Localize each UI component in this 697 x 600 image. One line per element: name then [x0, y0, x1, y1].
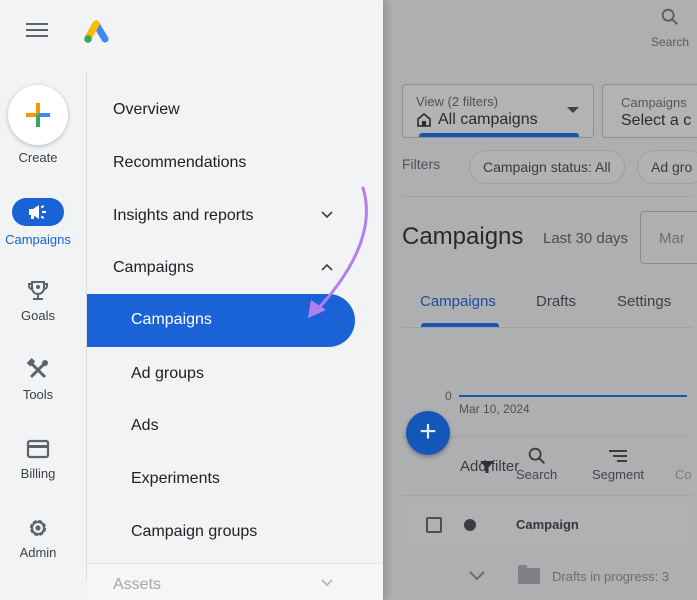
filter-chip-campaign-status[interactable]: Campaign status: All: [469, 150, 625, 184]
tab-drafts[interactable]: Drafts: [536, 293, 576, 310]
search-label: Search: [651, 35, 690, 49]
rail-item-tools[interactable]: Tools: [0, 357, 76, 402]
view-label: View (2 filters): [416, 94, 499, 109]
plus-icon: +: [419, 415, 437, 448]
segment-icon: [609, 450, 628, 462]
drafts-row[interactable]: Drafts in progress: 3: [468, 565, 670, 584]
folder-icon: [518, 565, 540, 584]
campaigns-page-background: Search View (2 filters) All campaigns Ca…: [383, 0, 697, 600]
search-tool-label: Search: [516, 467, 558, 482]
credit-card-icon: [26, 439, 50, 459]
chevron-down-icon[interactable]: [320, 210, 334, 220]
nav-subitem-ads[interactable]: Ads: [131, 417, 159, 435]
nav-item-overview[interactable]: Overview: [113, 101, 180, 119]
campaigns-select-label: Campaigns: [621, 95, 687, 110]
page-tabs: Campaigns Drafts Settings: [402, 285, 692, 328]
nav-subitem-campaign-groups[interactable]: Campaign groups: [131, 523, 257, 541]
nav-item-assets[interactable]: Assets: [87, 563, 383, 600]
nav-item-campaigns-group[interactable]: Campaigns: [113, 259, 194, 277]
date-range-picker[interactable]: Mar: [640, 211, 697, 264]
date-range-value: Mar: [659, 230, 685, 247]
gear-icon: [29, 519, 47, 537]
nav-item-insights-and-reports[interactable]: Insights and reports: [113, 207, 254, 225]
rail-item-label: Campaigns: [5, 232, 71, 247]
active-tab-indicator: [421, 323, 499, 327]
tab-campaigns[interactable]: Campaigns: [420, 293, 496, 310]
divider: [402, 196, 692, 197]
view-value: All campaigns: [438, 111, 538, 128]
columns-label: Co: [675, 467, 692, 482]
nav-subitem-experiments[interactable]: Experiments: [131, 470, 220, 488]
rail-item-goals[interactable]: Goals: [0, 278, 76, 323]
add-filter-button[interactable]: Add filter: [460, 458, 519, 475]
nav-item-recommendations[interactable]: Recommendations: [113, 154, 246, 172]
nav-item-assets-label: Assets: [113, 576, 162, 593]
search-tool-button[interactable]: Search: [516, 445, 557, 482]
select-all-checkbox[interactable]: [426, 517, 442, 533]
colorful-plus-icon: [26, 103, 50, 127]
view-selector[interactable]: View (2 filters) All campaigns: [402, 84, 594, 138]
nav-subitem-ad-groups[interactable]: Ad groups: [131, 365, 204, 383]
tab-settings[interactable]: Settings: [617, 293, 671, 310]
rail-item-label: Tools: [22, 387, 54, 402]
search-icon: [528, 447, 545, 465]
google-ads-logo: [84, 20, 109, 43]
nav-subitem-label: Campaigns: [131, 311, 212, 328]
menu-icon-line: [26, 35, 48, 37]
navigation-drawer: Create Campaigns Goals Tools Billing Adm…: [0, 0, 383, 600]
rail-item-campaigns[interactable]: Campaigns: [0, 198, 76, 247]
megaphone-icon: [29, 205, 46, 219]
trophy-icon: [28, 281, 48, 300]
new-campaign-fab[interactable]: +: [406, 411, 450, 455]
drafts-label: Drafts in progress: 3: [552, 568, 670, 584]
column-header-campaign[interactable]: Campaign: [516, 517, 579, 532]
filters-label: Filters: [402, 156, 441, 172]
rail-item-label: Goals: [21, 308, 55, 323]
chevron-up-icon[interactable]: [320, 262, 334, 272]
menu-icon-line: [26, 29, 48, 31]
view-underline: [419, 133, 579, 137]
segment-label: Segment: [592, 467, 645, 482]
top-search-button[interactable]: Search: [651, 6, 689, 49]
create-button[interactable]: [8, 85, 68, 145]
rail-item-billing[interactable]: Billing: [0, 436, 76, 481]
search-icon: [661, 8, 678, 25]
date-range-label: Last 30 days: [543, 230, 629, 247]
nav-subitem-campaigns[interactable]: Campaigns: [87, 294, 355, 347]
chevron-down-icon: [321, 579, 333, 587]
dropdown-caret-icon: [567, 107, 579, 113]
home-icon: [417, 112, 431, 127]
rail-item-label: Admin: [19, 545, 57, 560]
menu-button[interactable]: [26, 23, 48, 41]
chart-y-zero-label: 0: [445, 389, 452, 403]
segment-button[interactable]: Segment: [592, 445, 644, 482]
rail-item-admin[interactable]: Admin: [0, 515, 76, 560]
page-title: Campaigns: [402, 223, 524, 250]
menu-icon-line: [26, 23, 48, 25]
filter-icon: [480, 461, 494, 473]
campaigns-select-value: Select a c: [621, 112, 692, 129]
chevron-down-icon: [469, 571, 485, 581]
tools-icon: [26, 358, 48, 379]
chart-series-line: [459, 395, 687, 397]
campaigns-selector[interactable]: Campaigns Select a c: [602, 84, 697, 138]
table-header: Campaign: [402, 500, 692, 550]
chart-x-start-label: Mar 10, 2024: [459, 402, 530, 416]
status-dot-icon: [464, 519, 476, 531]
filter-chip-ad-group[interactable]: Ad gro: [637, 150, 697, 184]
columns-button[interactable]: Co: [675, 445, 692, 482]
create-label: Create: [18, 150, 58, 165]
rail-item-label: Billing: [20, 466, 56, 481]
